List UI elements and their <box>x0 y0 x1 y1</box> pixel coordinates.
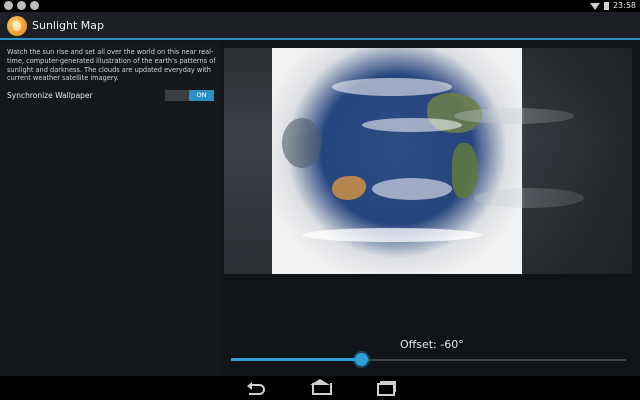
cloud-band <box>302 228 482 242</box>
notification-icon <box>4 1 13 10</box>
recents-icon[interactable] <box>374 381 396 396</box>
status-bar: 23:58 <box>0 0 640 12</box>
offset-slider-thumb[interactable] <box>355 353 368 366</box>
app-description: Watch the sun rise and set all over the … <box>7 48 216 83</box>
sunlight-map-preview <box>224 48 632 274</box>
app-title: Sunlight Map <box>32 19 105 32</box>
cloud-band <box>362 118 462 132</box>
offset-slider-fill <box>231 358 361 361</box>
battery-icon <box>603 2 609 10</box>
australia-landmass <box>332 176 366 200</box>
action-bar: Sunlight Map <box>0 12 640 40</box>
night-shade <box>524 48 632 274</box>
cloud-band <box>372 178 452 200</box>
sync-icon <box>17 1 26 10</box>
settings-panel: Watch the sun rise and set all over the … <box>0 42 220 376</box>
synchronize-wallpaper-label: Synchronize Wallpaper <box>7 91 93 100</box>
status-left-icons <box>4 1 39 10</box>
status-right: 23:58 <box>589 0 636 12</box>
asia-landmass <box>282 118 322 168</box>
daylight-region <box>272 48 522 274</box>
south-america-landmass <box>452 143 478 198</box>
navigation-bar <box>0 376 640 400</box>
back-icon[interactable] <box>247 381 269 395</box>
home-icon[interactable] <box>309 379 332 395</box>
status-time: 23:58 <box>612 1 636 10</box>
synchronize-wallpaper-toggle[interactable]: ON <box>165 90 214 101</box>
android-icon <box>30 1 39 10</box>
offset-label: Offset: -60° <box>400 338 464 351</box>
cloud-band <box>332 78 452 96</box>
sun-globe-icon[interactable] <box>7 16 27 36</box>
toggle-on-state: ON <box>189 90 214 101</box>
synchronize-wallpaper-row[interactable]: Synchronize Wallpaper ON <box>7 90 214 102</box>
wifi-icon <box>589 2 600 10</box>
